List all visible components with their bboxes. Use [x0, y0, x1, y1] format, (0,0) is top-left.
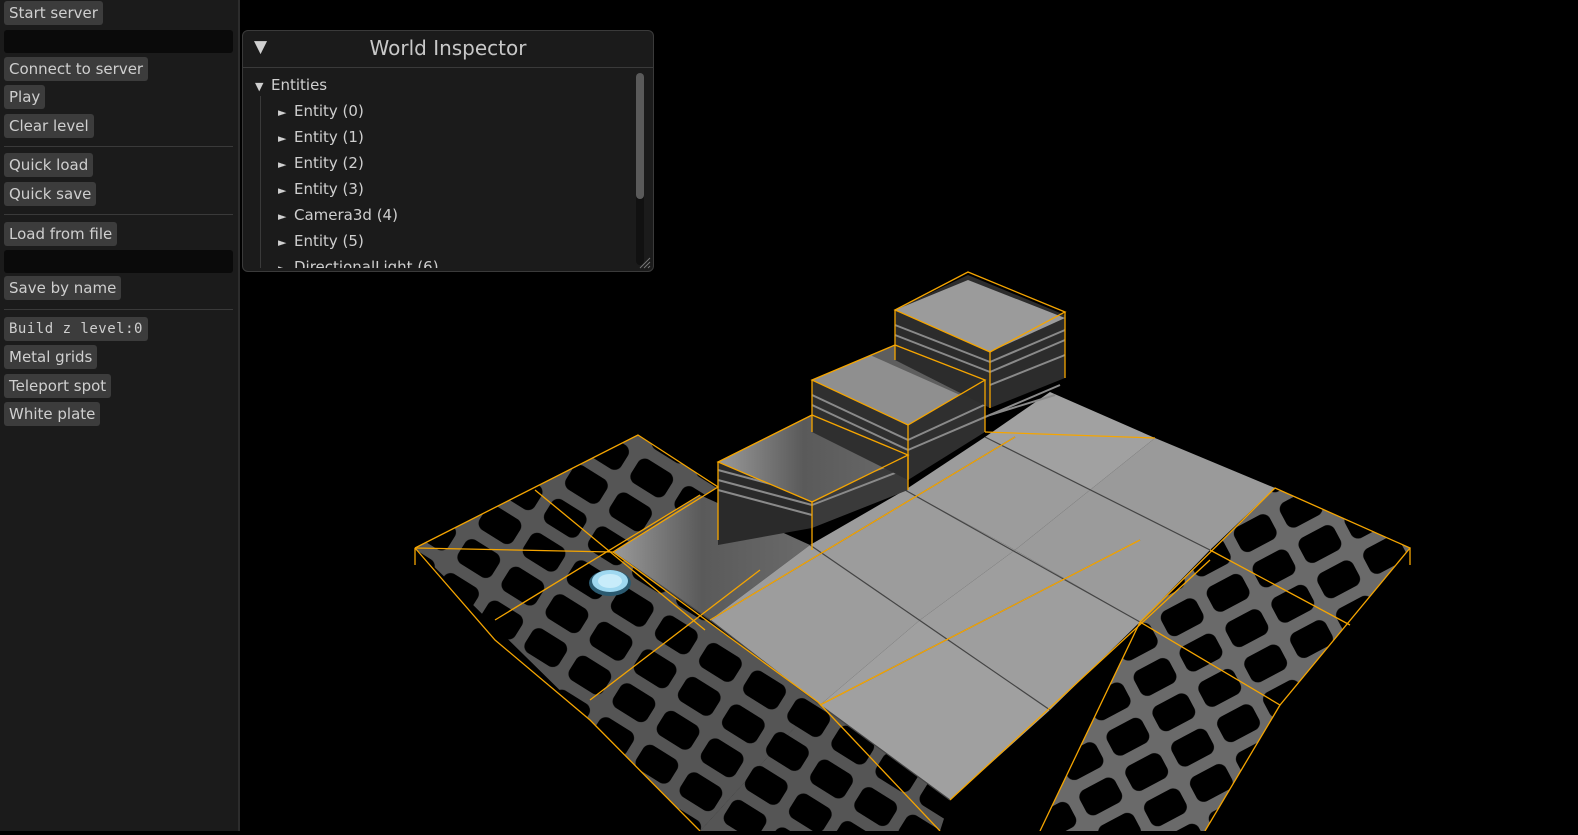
resize-grip-icon[interactable] — [639, 257, 651, 269]
collapsed-triangle-icon: ► — [278, 210, 287, 223]
tree-node-label: Entity (1) — [294, 128, 364, 146]
expanded-triangle-icon: ▼ — [255, 80, 264, 93]
tree-node-entity[interactable]: ► Entity (5) — [278, 230, 364, 252]
quick-save-button[interactable]: Quick save — [4, 182, 97, 206]
tree-node-camera[interactable]: ► Camera3d (4) — [278, 204, 398, 226]
tree-node-label: Entity (3) — [294, 180, 364, 198]
load-from-file-button[interactable]: Load from file — [4, 222, 118, 246]
quick-load-button[interactable]: Quick load — [4, 153, 94, 177]
tree-node-entity[interactable]: ► Entity (0) — [278, 100, 364, 122]
separator — [4, 309, 233, 310]
collapsed-triangle-icon: ► — [278, 236, 287, 249]
tree-node-label: DirectionalLight (6) — [294, 258, 439, 268]
inspector-title: World Inspector — [369, 36, 527, 60]
tree-node-entities[interactable]: ▼ Entities — [255, 74, 327, 96]
collapsed-triangle-icon: ► — [278, 184, 287, 197]
collapsed-triangle-icon: ► — [278, 106, 287, 119]
collapsed-triangle-icon: ► — [278, 258, 294, 268]
teleport-spot-button[interactable]: Teleport spot — [4, 374, 112, 398]
separator — [4, 214, 233, 215]
clear-level-button[interactable]: Clear level — [4, 114, 94, 138]
collapsed-triangle-icon: ► — [278, 158, 287, 171]
white-plate-button[interactable]: White plate — [4, 402, 101, 426]
inspector-body: ▼ Entities ► Entity (0) ► Entity (1) ► Entit… — [243, 68, 653, 268]
metal-grids-button[interactable]: Metal grids — [4, 345, 98, 369]
tree-node-label: Entity (2) — [294, 154, 364, 172]
teleport-spot — [589, 570, 631, 596]
scrollbar-thumb[interactable] — [636, 73, 644, 199]
tree-node-entity[interactable]: ► Entity (3) — [278, 178, 364, 200]
tree-node-entity[interactable]: ► Entity (2) — [278, 152, 364, 174]
tree-node-label: Entities — [271, 76, 328, 94]
separator — [4, 146, 233, 147]
start-server-button[interactable]: Start server — [4, 1, 103, 25]
file-name-input[interactable] — [4, 250, 233, 273]
tree-node-label: Entity (5) — [294, 232, 364, 250]
tree-guide-line — [260, 96, 261, 268]
save-by-name-button[interactable]: Save by name — [4, 276, 122, 300]
world-inspector-window[interactable]: ▼ World Inspector ▼ Entities ► Entity (0) … — [242, 30, 654, 272]
play-button[interactable]: Play — [4, 85, 46, 109]
side-panel: Start server Connect to server Play Clea… — [0, 0, 240, 831]
connect-to-server-button[interactable]: Connect to server — [4, 57, 149, 81]
server-address-input[interactable] — [4, 30, 233, 53]
tree-node-label: Entity (0) — [294, 102, 364, 120]
tree-node-directional-light[interactable]: ►DirectionalLight (6) — [278, 256, 439, 268]
build-z-level-button[interactable]: Build z level:0 — [4, 317, 148, 341]
tree-node-label: Camera3d (4) — [294, 206, 398, 224]
collapsed-triangle-icon: ► — [278, 132, 287, 145]
inspector-header[interactable]: ▼ World Inspector — [243, 31, 653, 68]
tree-node-entity[interactable]: ► Entity (1) — [278, 126, 364, 148]
